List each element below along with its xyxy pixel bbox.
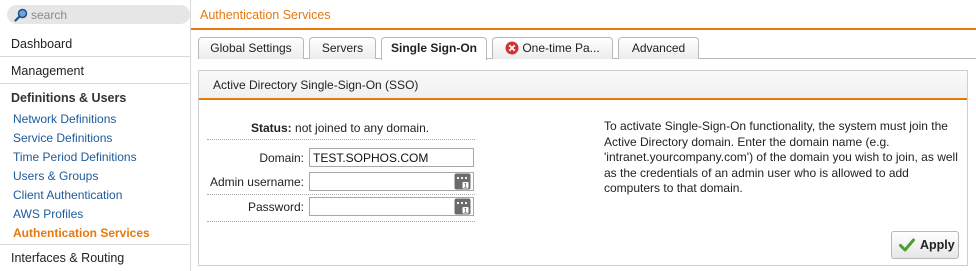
error-icon — [505, 41, 519, 55]
sidebar-item-time-period-definitions[interactable]: Time Period Definitions — [13, 148, 137, 167]
page-title: Authentication Services — [200, 8, 331, 22]
sidebar-item-service-definitions[interactable]: Service Definitions — [13, 129, 112, 148]
sidebar: Dashboard Management Definitions & Users… — [0, 0, 191, 271]
sidebar-item-authentication-services[interactable]: Authentication Services — [13, 224, 150, 243]
checkmark-icon — [899, 238, 915, 252]
tab-advanced[interactable]: Advanced — [618, 37, 699, 59]
tab-label: Advanced — [631, 41, 686, 55]
admin-username-field[interactable] — [309, 172, 474, 191]
password-generator-icon[interactable]: 1 — [454, 173, 471, 190]
tab-label: Global Settings — [210, 41, 292, 55]
tab-servers[interactable]: Servers — [309, 37, 376, 59]
admin-username-label: Admin username: — [209, 175, 304, 189]
panel-title: Active Directory Single-Sign-On (SSO) — [199, 71, 967, 100]
search-input[interactable] — [31, 6, 181, 23]
divider — [207, 221, 475, 222]
tab-label: Single Sign-On — [391, 41, 477, 55]
search-box[interactable] — [7, 5, 190, 24]
sidebar-item-interfaces-routing[interactable]: Interfaces & Routing — [0, 244, 191, 270]
status-value: not joined to any domain. — [295, 121, 430, 135]
tab-one-time-passwords[interactable]: One-time Pa... — [492, 37, 613, 59]
tab-label: One-time Pa... — [522, 41, 600, 55]
tab-single-sign-on[interactable]: Single Sign-On — [381, 37, 487, 60]
tab-label: Servers — [321, 41, 364, 55]
sidebar-section-definitions-users[interactable]: Definitions & Users — [0, 86, 191, 110]
password-label: Password: — [247, 200, 304, 214]
divider — [207, 194, 475, 195]
search-icon — [14, 8, 28, 22]
sidebar-item-client-authentication[interactable]: Client Authentication — [13, 186, 122, 205]
domain-field[interactable] — [309, 148, 474, 167]
sidebar-item-aws-profiles[interactable]: AWS Profiles — [13, 205, 83, 224]
tab-global-settings[interactable]: Global Settings — [198, 37, 304, 59]
sidebar-item-users-groups[interactable]: Users & Groups — [13, 167, 98, 186]
sidebar-item-management[interactable]: Management — [0, 58, 191, 84]
divider — [207, 139, 475, 140]
password-field[interactable] — [309, 197, 474, 216]
apply-label: Apply — [920, 238, 955, 252]
domain-label: Domain: — [259, 151, 304, 165]
status-row: Status: not joined to any domain. — [251, 121, 429, 135]
password-generator-icon[interactable]: 1 — [454, 198, 471, 215]
sso-panel: Active Directory Single-Sign-On (SSO) St… — [198, 70, 968, 266]
sidebar-item-network-definitions[interactable]: Network Definitions — [13, 110, 116, 129]
help-text: To activate Single-Sign-On functionality… — [604, 119, 958, 195]
sidebar-item-dashboard[interactable]: Dashboard — [0, 31, 191, 57]
apply-button[interactable]: Apply — [891, 231, 959, 259]
title-divider — [191, 28, 976, 30]
status-label: Status: — [251, 121, 292, 135]
